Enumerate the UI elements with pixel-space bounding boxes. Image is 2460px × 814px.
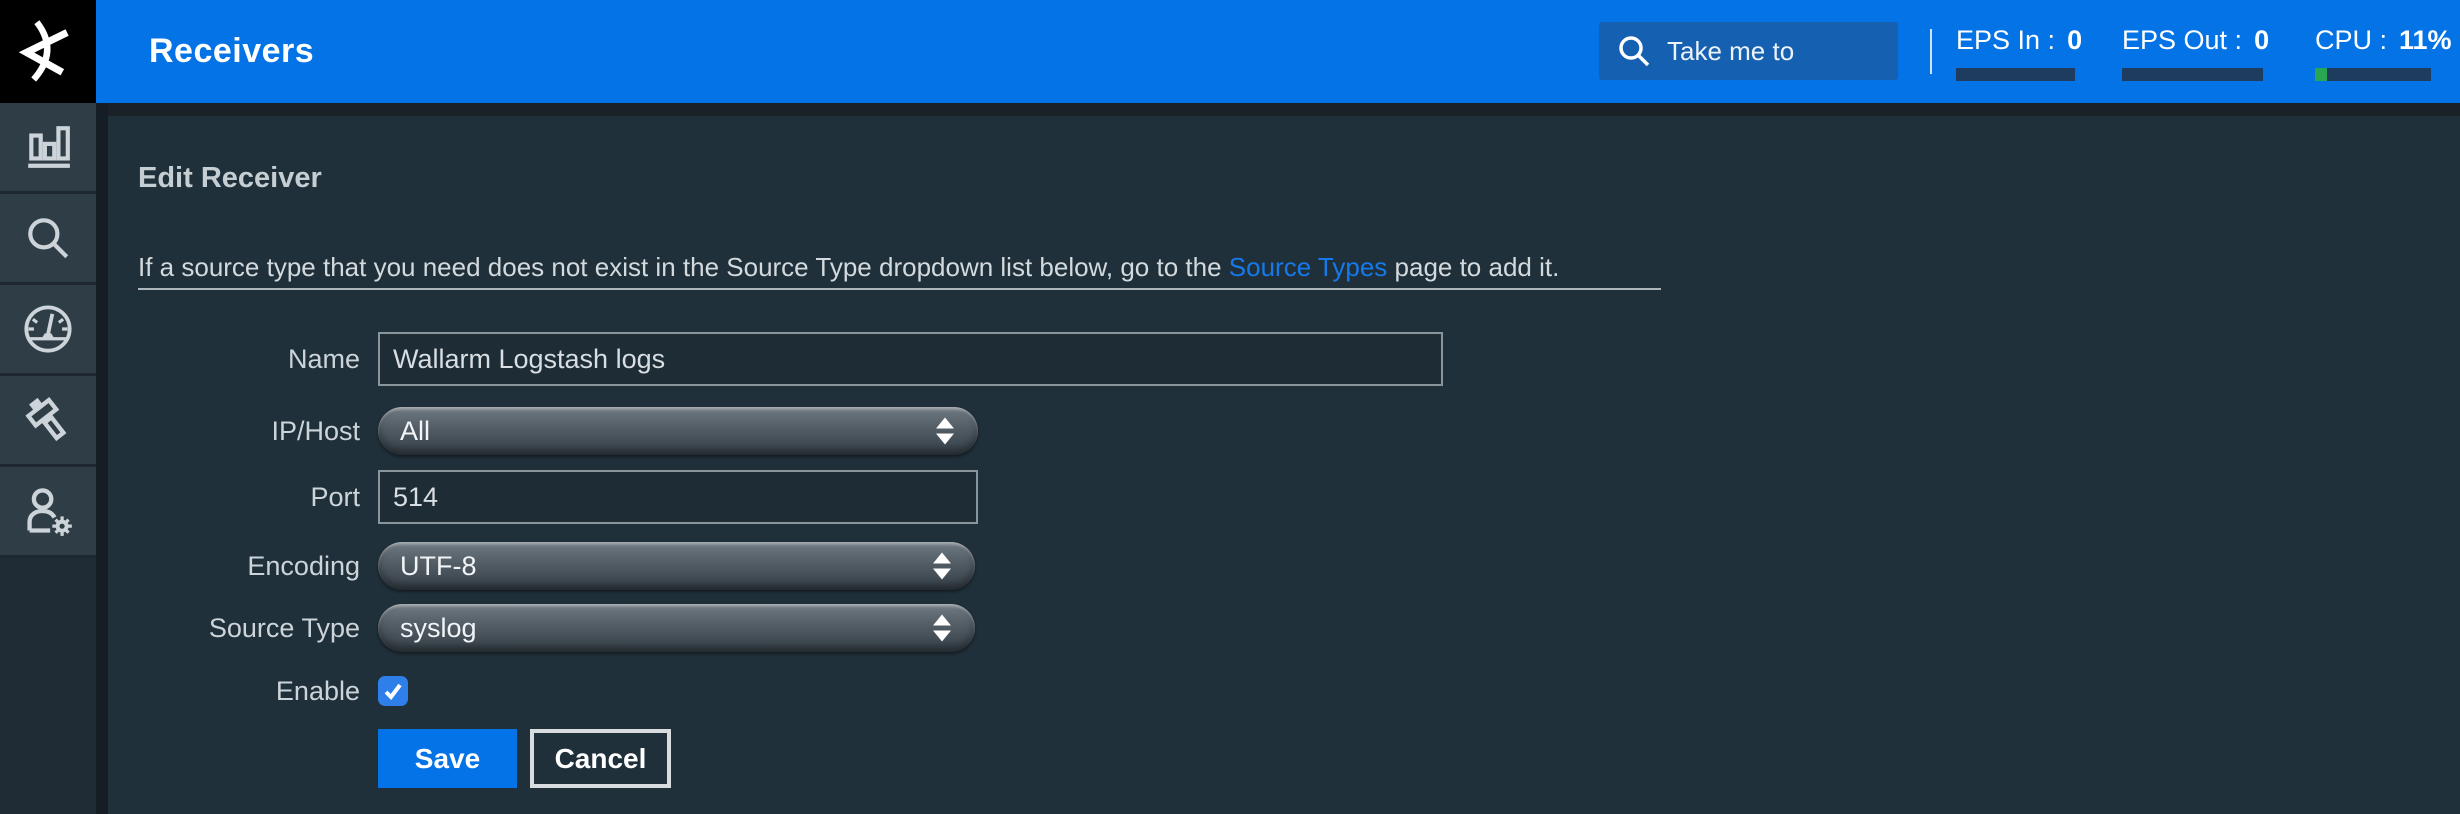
content-left-edge <box>96 103 108 814</box>
search-icon <box>23 213 73 263</box>
gavel-icon <box>22 394 74 446</box>
eps-in-stat: EPS In : 0 <box>1956 25 2075 81</box>
eps-out-bar <box>2122 68 2263 81</box>
enable-label: Enable <box>108 676 360 706</box>
app-logo <box>0 0 96 103</box>
quick-search[interactable] <box>1599 22 1898 80</box>
source-types-link[interactable]: Source Types <box>1229 252 1388 282</box>
select-spinner-icon <box>933 553 951 580</box>
select-spinner-icon <box>936 418 954 445</box>
cpu-bar <box>2315 68 2431 81</box>
cpu-value: 11% <box>2399 25 2452 56</box>
encoding-select[interactable]: UTF-8 <box>378 542 975 590</box>
cpu-label: CPU : <box>2315 25 2387 56</box>
eps-out-stat: EPS Out : 0 <box>2122 25 2263 81</box>
port-field[interactable] <box>378 470 978 524</box>
note-text-after: page to add it. <box>1387 252 1559 282</box>
cancel-button[interactable]: Cancel <box>530 729 671 788</box>
user-settings-icon <box>22 485 74 537</box>
eps-out-label: EPS Out : <box>2122 25 2242 56</box>
ip-host-label: IP/Host <box>108 407 360 455</box>
cpu-stat: CPU : 11% <box>2315 25 2431 81</box>
save-button[interactable]: Save <box>378 729 517 788</box>
sidebar-item-search[interactable] <box>0 194 96 285</box>
source-type-label: Source Type <box>108 604 360 652</box>
sidebar-item-user-admin[interactable] <box>0 467 96 558</box>
app-window: Receivers EPS In : 0 EPS Out : 0 <box>0 0 2460 814</box>
name-field[interactable] <box>378 332 1443 386</box>
main-content: Edit Receiver If a source type that you … <box>108 116 2460 814</box>
sidebar-item-dashboards[interactable] <box>0 103 96 194</box>
sidebar <box>0 103 96 814</box>
bar-chart-icon <box>23 122 73 172</box>
source-type-select[interactable]: syslog <box>378 604 975 652</box>
encoding-selected-value: UTF-8 <box>400 551 477 582</box>
search-icon <box>1617 34 1651 68</box>
eps-in-value: 0 <box>2067 25 2082 56</box>
gear-icon <box>52 516 71 536</box>
encoding-label: Encoding <box>108 542 360 590</box>
checkmark-icon <box>383 681 403 701</box>
content-top-edge <box>96 103 2460 116</box>
select-spinner-icon <box>933 615 951 642</box>
gauge-icon <box>22 303 74 355</box>
note-text-before: If a source type that you need does not … <box>138 252 1229 282</box>
form-title: Edit Receiver <box>138 162 322 195</box>
section-divider <box>138 288 1661 290</box>
eps-in-bar <box>1956 68 2075 81</box>
sidebar-item-monitor[interactable] <box>0 285 96 376</box>
helper-note: If a source type that you need does not … <box>138 252 1559 283</box>
sidebar-item-configuration[interactable] <box>0 376 96 467</box>
header-divider <box>1930 29 1932 74</box>
page-title: Receivers <box>149 0 314 103</box>
ip-host-select[interactable]: All <box>378 407 978 455</box>
ip-host-selected-value: All <box>400 416 430 447</box>
name-label: Name <box>108 332 360 386</box>
enable-checkbox[interactable] <box>378 676 408 706</box>
eps-out-value: 0 <box>2254 25 2269 56</box>
source-type-selected-value: syslog <box>400 613 477 644</box>
search-input[interactable] <box>1665 35 1889 68</box>
eps-in-label: EPS In : <box>1956 25 2055 56</box>
arcsight-logo-icon <box>9 11 87 93</box>
top-bar: Receivers EPS In : 0 EPS Out : 0 <box>0 0 2460 103</box>
port-label: Port <box>108 470 360 524</box>
